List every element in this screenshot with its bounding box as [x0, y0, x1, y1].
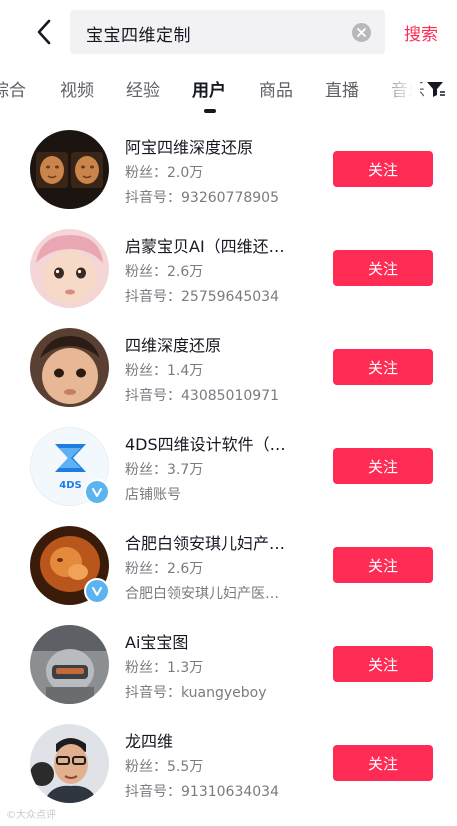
avatar[interactable] — [30, 625, 109, 704]
baby-avatar — [30, 229, 109, 308]
verified-check-icon — [92, 488, 102, 497]
tab-experience[interactable]: 经验 — [126, 76, 160, 101]
user-id: 抖音号：kuangyeboy — [125, 685, 267, 701]
tab-live[interactable]: 直播 — [325, 76, 359, 101]
man-avatar — [30, 724, 109, 803]
user-row[interactable]: 启蒙宝贝AI（四维还… 粉丝：2.6万 抖音号：25759645034 关注 — [0, 219, 457, 318]
user-name[interactable]: 四维深度还原 — [125, 332, 320, 356]
follow-button[interactable]: 关注 — [333, 745, 433, 781]
close-icon — [357, 28, 366, 37]
avatar[interactable] — [30, 724, 109, 803]
tab-products[interactable]: 商品 — [259, 76, 293, 101]
shop-account-label: 店铺账号 — [125, 487, 181, 503]
filter-icon[interactable] — [426, 79, 446, 99]
search-header: 宝宝四维定制 搜索 — [0, 0, 457, 64]
follow-button[interactable]: 关注 — [333, 448, 433, 484]
user-row[interactable]: Ai宝宝图 粉丝：1.3万 抖音号：kuangyeboy 关注 — [0, 615, 457, 714]
tab-fade — [376, 64, 420, 114]
user-name[interactable]: 阿宝四维深度还原 — [125, 134, 320, 158]
avatar[interactable] — [30, 229, 109, 308]
search-button[interactable]: 搜索 — [404, 20, 438, 45]
user-id: 抖音号：91310634034 — [125, 784, 279, 800]
follow-button[interactable]: 关注 — [333, 646, 433, 682]
fans-count: 粉丝：2.0万 — [125, 165, 204, 181]
avatar[interactable] — [30, 130, 109, 209]
back-button[interactable] — [28, 14, 60, 50]
user-row[interactable]: 四维深度还原 粉丝：1.4万 抖音号：43085010971 关注 — [0, 318, 457, 417]
follow-button[interactable]: 关注 — [333, 547, 433, 583]
fans-count: 粉丝：1.4万 — [125, 363, 204, 379]
fans-count: 粉丝：5.5万 — [125, 759, 204, 775]
search-input[interactable]: 宝宝四维定制 — [70, 10, 385, 54]
robot-avatar — [30, 625, 109, 704]
user-name[interactable]: 启蒙宝贝AI（四维还… — [125, 233, 320, 257]
user-row[interactable]: 合肥白领安琪儿妇产… 粉丝：2.6万 合肥白领安琪儿妇产医… 关注 — [0, 516, 457, 615]
follow-button[interactable]: 关注 — [333, 349, 433, 385]
clear-button[interactable] — [352, 23, 371, 42]
user-name[interactable]: 合肥白领安琪儿妇产… — [125, 530, 320, 554]
ultrasound-3d-avatar — [30, 130, 109, 209]
category-tabs: 综合 视频 经验 用户 商品 直播 音乐 — [0, 64, 457, 114]
search-query-text[interactable]: 宝宝四维定制 — [86, 21, 191, 46]
follow-button[interactable]: 关注 — [333, 151, 433, 187]
verified-badge — [84, 479, 110, 505]
user-id: 抖音号：43085010971 — [125, 388, 279, 404]
active-tab-indicator — [204, 109, 216, 113]
user-id: 抖音号：25759645034 — [125, 289, 279, 305]
tab-users[interactable]: 用户 — [192, 76, 226, 101]
user-id: 抖音号：93260778905 — [125, 190, 279, 206]
verified-badge — [84, 578, 110, 604]
user-name[interactable]: Ai宝宝图 — [125, 629, 320, 653]
user-row[interactable]: 龙四维 粉丝：5.5万 抖音号：91310634034 关注 — [0, 714, 457, 813]
user-name[interactable]: 龙四维 — [125, 728, 320, 752]
verified-check-icon — [92, 587, 102, 596]
follow-button[interactable]: 关注 — [333, 250, 433, 286]
fans-count: 粉丝：3.7万 — [125, 462, 204, 478]
avatar[interactable] — [30, 328, 109, 407]
baby-avatar — [30, 328, 109, 407]
user-row[interactable]: 4DS 4DS四维设计软件（… 粉丝：3.7万 店铺账号 关注 — [0, 417, 457, 516]
user-row[interactable]: 阿宝四维深度还原 粉丝：2.0万 抖音号：93260778905 关注 — [0, 120, 457, 219]
watermark: ©大众点评 — [6, 810, 56, 821]
tab-videos[interactable]: 视频 — [60, 76, 94, 101]
verified-org-label: 合肥白领安琪儿妇产医… — [125, 586, 279, 602]
fans-count: 粉丝：2.6万 — [125, 264, 204, 280]
tab-comprehensive[interactable]: 综合 — [0, 76, 26, 101]
user-name[interactable]: 4DS四维设计软件（… — [125, 431, 320, 455]
chevron-left-icon — [37, 19, 51, 45]
fans-count: 粉丝：1.3万 — [125, 660, 204, 676]
avatar-label: 4DS — [59, 480, 81, 491]
fans-count: 粉丝：2.6万 — [125, 561, 204, 577]
